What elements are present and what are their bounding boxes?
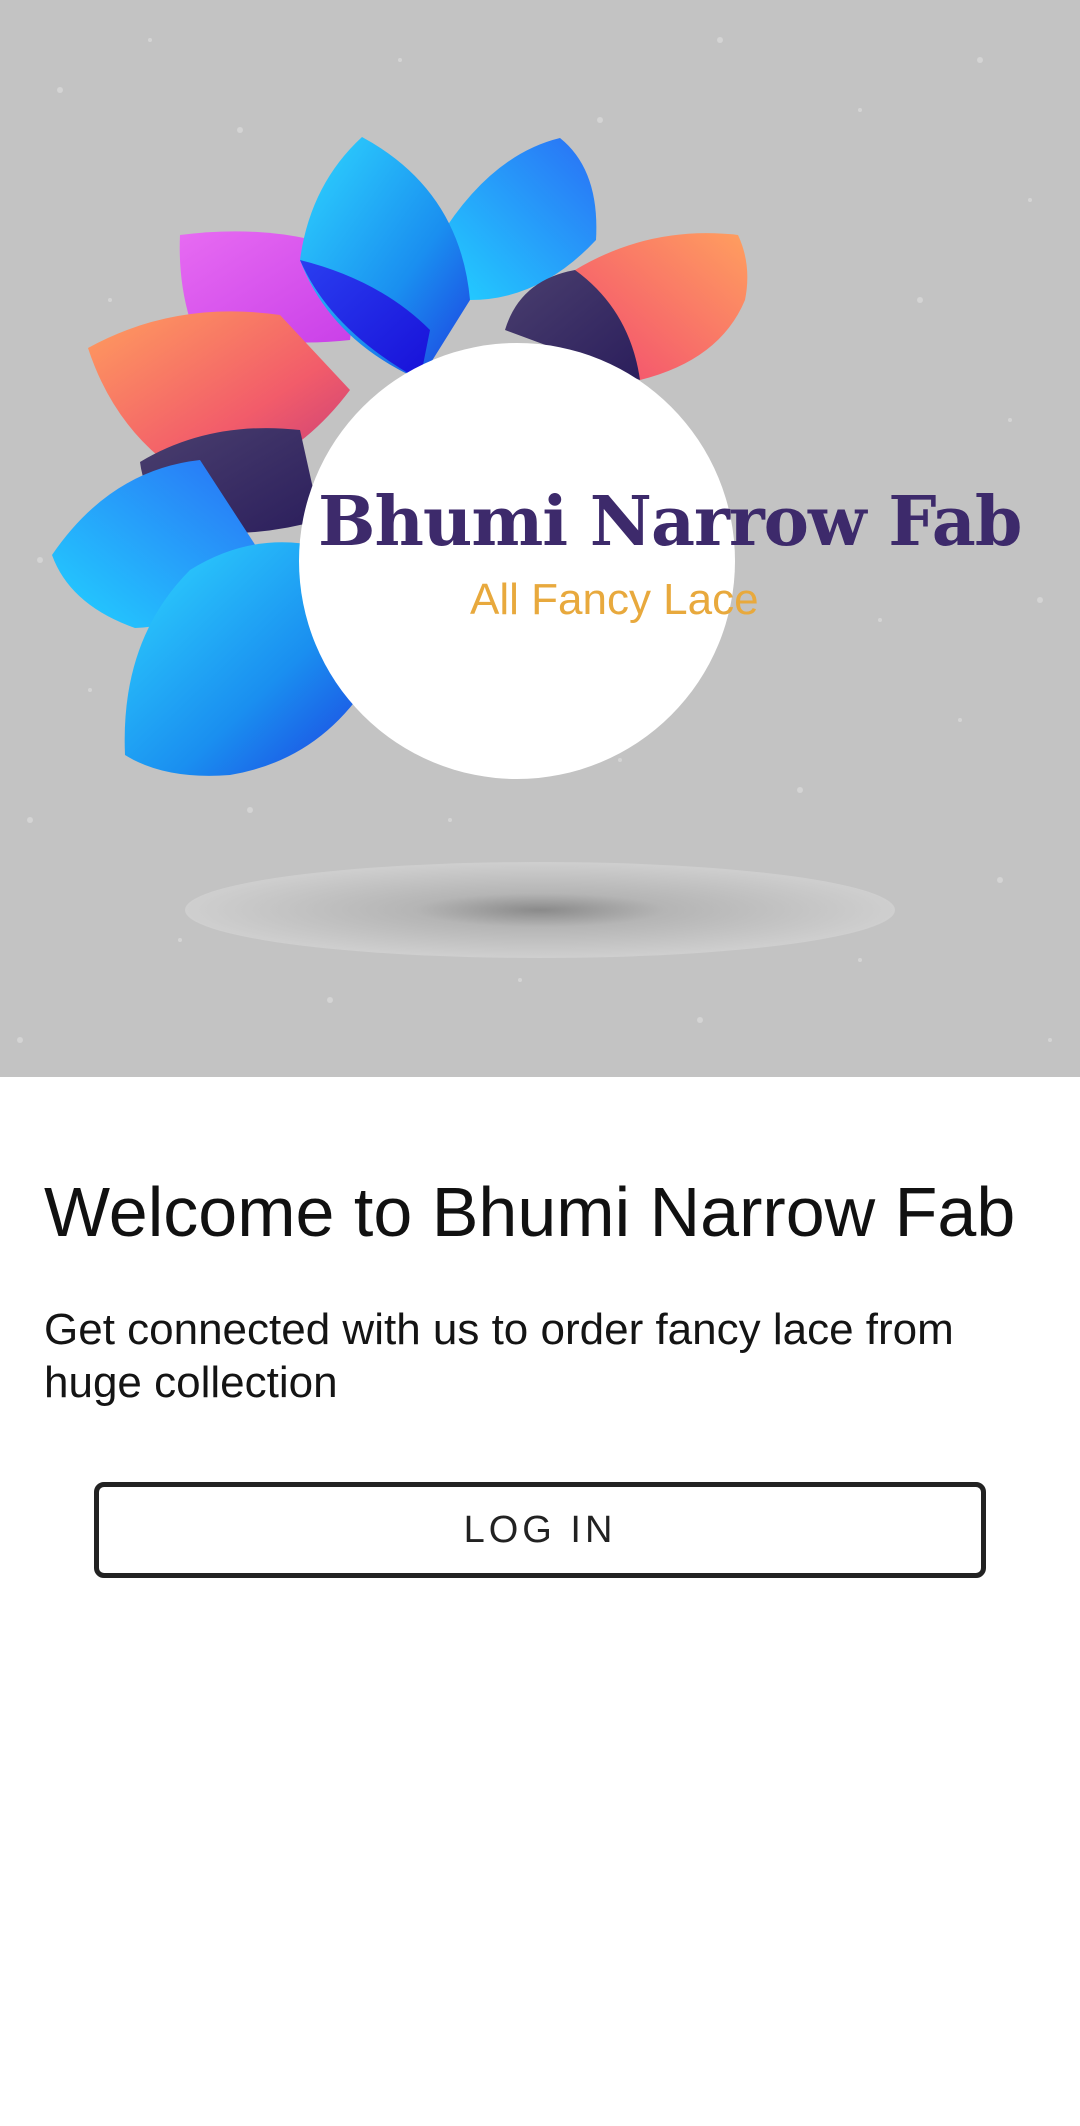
- welcome-screen: Bhumi Narrow Fab All Fancy Lace Welcome …: [0, 0, 1080, 2126]
- hero-banner: Bhumi Narrow Fab All Fancy Lace: [0, 0, 1080, 1077]
- login-button-label: LOG IN: [463, 1508, 617, 1551]
- welcome-title: Welcome to Bhumi Narrow Fab: [44, 1173, 1016, 1251]
- welcome-subtitle: Get connected with us to order fancy lac…: [44, 1305, 954, 1407]
- brand-name: Bhumi Narrow Fab: [318, 482, 1022, 562]
- login-button[interactable]: LOG IN: [94, 1482, 986, 1578]
- brand-tagline: All Fancy Lace: [470, 575, 759, 624]
